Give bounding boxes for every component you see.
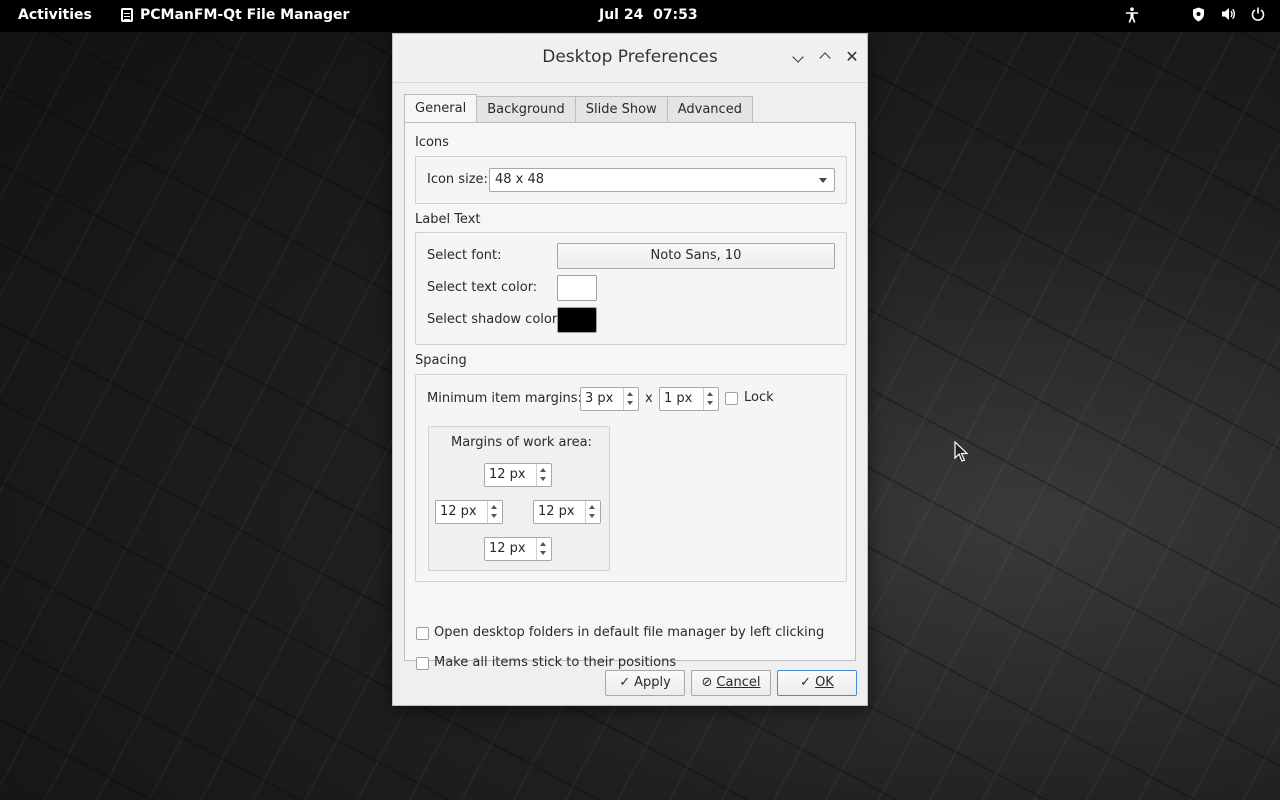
- margin-y-spinbox[interactable]: 1 px: [659, 387, 719, 411]
- spin-arrows-icon[interactable]: [536, 538, 551, 560]
- icons-group: Icon size: 48 x 48: [415, 156, 847, 204]
- select-shadow-color-label: Select shadow color:: [427, 312, 562, 327]
- margin-y-value: 1 px: [664, 391, 693, 406]
- chevron-up-icon: [819, 52, 831, 64]
- file-manager-icon: [121, 8, 133, 22]
- work-right-value: 12 px: [538, 504, 575, 519]
- checkmark-icon: ✓: [800, 675, 812, 690]
- work-area-margins-group: Margins of work area: 12 px 12 px 12 px …: [428, 426, 610, 571]
- chevron-down-icon: [792, 51, 804, 63]
- select-text-color-label: Select text color:: [427, 280, 538, 295]
- select-font-label: Select font:: [427, 248, 502, 263]
- desktop-preferences-dialog: Desktop Preferences ✕ General Background…: [392, 33, 868, 706]
- spacing-group: Minimum item margins: 3 px x 1 px Lock M…: [415, 374, 847, 582]
- margin-x-value: 3 px: [585, 391, 614, 406]
- close-icon: ✕: [845, 47, 859, 66]
- lock-checkbox[interactable]: [725, 392, 738, 405]
- label-text-group: Select font: Noto Sans, 10 Select text c…: [415, 232, 847, 345]
- apply-button[interactable]: ✓ Apply: [605, 670, 685, 696]
- open-folders-label[interactable]: Open desktop folders in default file man…: [434, 625, 824, 640]
- power-icon[interactable]: [1250, 7, 1266, 27]
- work-area-margins-label: Margins of work area:: [451, 435, 592, 450]
- shield-icon[interactable]: [1190, 7, 1206, 27]
- work-area-bottom-spinbox[interactable]: 12 px: [484, 537, 552, 561]
- icon-size-value: 48 x 48: [495, 172, 545, 187]
- apply-label: Apply: [634, 675, 671, 690]
- title-bar[interactable]: Desktop Preferences ✕: [393, 34, 867, 83]
- icons-section-label: Icons: [415, 135, 449, 150]
- maximize-button[interactable]: [816, 48, 834, 66]
- accessibility-icon[interactable]: [1124, 7, 1140, 27]
- dropdown-arrow-icon: [819, 178, 827, 183]
- tab-bar: General Background Slide Show Advanced: [404, 94, 753, 122]
- tab-background[interactable]: Background: [476, 96, 576, 122]
- clock[interactable]: Jul 24 07:53: [599, 7, 698, 23]
- work-bottom-value: 12 px: [489, 541, 526, 556]
- system-tray[interactable]: [1124, 7, 1266, 27]
- tab-general[interactable]: General: [404, 94, 478, 122]
- general-tab-panel: Icons Icon size: 48 x 48 Label Text Sele…: [404, 122, 856, 670]
- text-color-button[interactable]: [557, 275, 597, 301]
- stick-positions-label[interactable]: Make all items stick to their positions: [434, 655, 676, 670]
- spin-arrows-icon[interactable]: [585, 501, 600, 523]
- work-left-value: 12 px: [440, 504, 477, 519]
- select-font-button[interactable]: Noto Sans, 10: [557, 243, 835, 269]
- lock-label[interactable]: Lock: [744, 390, 774, 405]
- spin-arrows-icon[interactable]: [703, 388, 718, 410]
- ok-label: OK: [815, 675, 834, 690]
- work-area-left-spinbox[interactable]: 12 px: [435, 500, 503, 524]
- tab-advanced[interactable]: Advanced: [666, 96, 753, 122]
- checkmark-icon: ✓: [619, 675, 631, 690]
- shadow-color-button[interactable]: [557, 307, 597, 333]
- label-text-section-label: Label Text: [415, 212, 481, 227]
- app-menu[interactable]: PCManFM-Qt File Manager: [121, 7, 349, 23]
- work-area-top-spinbox[interactable]: 12 px: [484, 463, 552, 487]
- work-area-right-spinbox[interactable]: 12 px: [533, 500, 601, 524]
- open-folders-checkbox[interactable]: [416, 627, 429, 640]
- cancel-label: Cancel: [716, 675, 761, 690]
- icon-size-label: Icon size:: [427, 172, 488, 187]
- stick-positions-checkbox[interactable]: [416, 657, 429, 670]
- cancel-button[interactable]: ⊘ Cancel: [691, 670, 771, 696]
- app-name: PCManFM-Qt File Manager: [140, 7, 350, 23]
- activities-button[interactable]: Activities: [18, 7, 92, 23]
- margin-separator: x: [645, 391, 653, 406]
- spacing-section-label: Spacing: [415, 353, 467, 368]
- ok-button[interactable]: ✓ OK: [777, 670, 857, 696]
- top-bar: Activities PCManFM-Qt File Manager Jul 2…: [0, 0, 1280, 32]
- margin-x-spinbox[interactable]: 3 px: [580, 387, 639, 411]
- min-item-margins-label: Minimum item margins:: [427, 391, 582, 406]
- minimize-button[interactable]: [789, 48, 807, 66]
- spin-arrows-icon[interactable]: [536, 464, 551, 486]
- close-button[interactable]: ✕: [843, 48, 861, 66]
- icon-size-select[interactable]: 48 x 48: [489, 168, 835, 192]
- spin-arrows-icon[interactable]: [487, 501, 502, 523]
- cancel-icon: ⊘: [701, 675, 713, 690]
- spin-arrows-icon[interactable]: [623, 388, 638, 410]
- work-top-value: 12 px: [489, 467, 526, 482]
- tab-slide-show[interactable]: Slide Show: [574, 96, 668, 122]
- volume-icon[interactable]: [1220, 7, 1236, 27]
